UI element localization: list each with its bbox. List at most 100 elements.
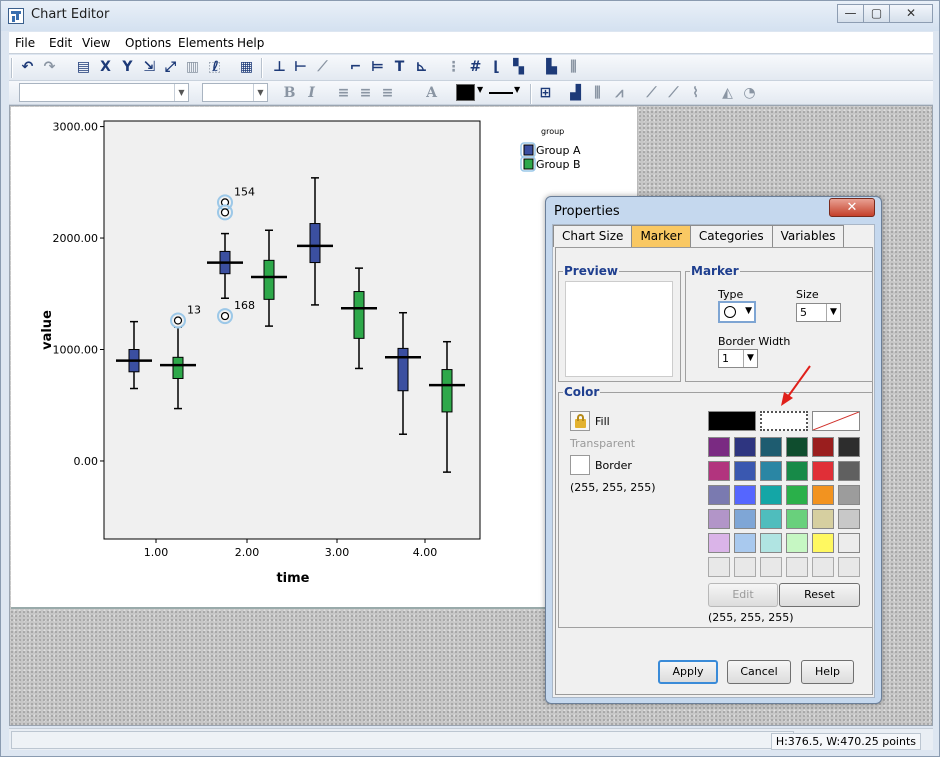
palette-swatch[interactable]: [838, 557, 860, 577]
reference-line-y-icon[interactable]: ⊢: [292, 59, 309, 76]
cancel-button[interactable]: Cancel: [727, 660, 791, 684]
undo-icon[interactable]: ↶: [19, 59, 36, 76]
font-color-icon[interactable]: A: [423, 85, 440, 102]
palette-swatch[interactable]: [812, 485, 834, 505]
palette-swatch[interactable]: [786, 485, 808, 505]
palette-swatch[interactable]: [838, 533, 860, 553]
palette-swatch[interactable]: [760, 437, 782, 457]
tab-marker[interactable]: Marker: [631, 225, 691, 247]
fit-line-icon[interactable]: ⟋: [314, 59, 331, 76]
bar-chart-icon[interactable]: ▙: [543, 59, 560, 76]
palette-swatch[interactable]: [786, 437, 808, 457]
data-labels-icon[interactable]: ▚: [510, 59, 527, 76]
close-window-button[interactable]: ✕: [889, 4, 933, 23]
menu-help[interactable]: Help: [237, 36, 264, 50]
title-icon[interactable]: ⌐: [347, 59, 364, 76]
palette-swatch[interactable]: [838, 485, 860, 505]
palette-no-color-swatch[interactable]: [812, 411, 860, 431]
legend-icon[interactable]: ⊨: [369, 59, 386, 76]
help-button[interactable]: Help: [801, 660, 854, 684]
marker-type-combo[interactable]: ▼: [718, 301, 756, 323]
axis-icon[interactable]: ⌊: [488, 59, 505, 76]
palette-swatch[interactable]: [760, 557, 782, 577]
border-color-swatch[interactable]: [570, 455, 590, 475]
palette-swatch[interactable]: [786, 533, 808, 553]
reference-line-x-icon[interactable]: ⊥: [271, 59, 288, 76]
palette-swatch[interactable]: [838, 437, 860, 457]
scatter-alt-icon[interactable]: ⟋: [665, 85, 682, 102]
palette-swatch[interactable]: [708, 533, 730, 553]
menu-view[interactable]: View: [82, 36, 110, 50]
marker-size-combo[interactable]: 5 ▼: [796, 303, 841, 322]
data-table-icon[interactable]: ▥: [184, 59, 201, 76]
menu-options[interactable]: Options: [125, 36, 171, 50]
apply-button[interactable]: Apply: [658, 660, 718, 684]
line-style-icon[interactable]: [489, 92, 513, 94]
maximize-button[interactable]: ▢: [863, 4, 890, 23]
palette-swatch[interactable]: [708, 437, 730, 457]
dialog-close-button[interactable]: ✕: [829, 198, 875, 217]
pie-icon[interactable]: ◔: [741, 85, 758, 102]
footnote-icon[interactable]: ⊾: [413, 59, 430, 76]
palette-swatch[interactable]: [812, 533, 834, 553]
gridlines-icon[interactable]: #: [467, 59, 484, 76]
interpolation-icon[interactable]: ⌇: [687, 85, 704, 102]
reset-color-button[interactable]: Reset: [779, 583, 860, 607]
bold-button[interactable]: B: [281, 85, 298, 102]
tab-chart-size[interactable]: Chart Size: [553, 225, 633, 247]
border-label[interactable]: Border: [595, 459, 632, 472]
minimize-button[interactable]: —: [837, 4, 864, 23]
font-family-combo[interactable]: ▼: [19, 83, 189, 102]
align-left-icon[interactable]: ≡: [335, 85, 352, 102]
palette-swatch[interactable]: [812, 509, 834, 529]
palette-black-swatch[interactable]: [708, 411, 756, 431]
align-right-icon[interactable]: ≡: [379, 85, 396, 102]
palette-swatch[interactable]: [708, 485, 730, 505]
histogram-icon[interactable]: ⫼: [589, 85, 606, 102]
chart-element-icon[interactable]: ⊞: [537, 85, 554, 102]
palette-swatch[interactable]: [708, 461, 730, 481]
redo-icon[interactable]: ↷: [41, 59, 58, 76]
fill-label[interactable]: Fill: [595, 415, 610, 428]
bar-chart-alt-icon[interactable]: ⫼: [565, 59, 582, 76]
palette-swatch[interactable]: [734, 485, 756, 505]
palette-swatch[interactable]: [760, 533, 782, 553]
chevron-down-icon[interactable]: ▼: [477, 85, 483, 94]
palette-swatch[interactable]: [786, 557, 808, 577]
fill-lock-button[interactable]: [570, 411, 590, 431]
lasso-icon[interactable]: ℓ: [207, 59, 224, 76]
align-center-icon[interactable]: ≡: [357, 85, 374, 102]
grid-icon[interactable]: ⋮: [445, 59, 462, 76]
line-elements-icon[interactable]: ⩘: [611, 85, 628, 102]
edit-color-button[interactable]: Edit: [708, 583, 778, 607]
area-icon[interactable]: ◭: [719, 85, 736, 102]
menu-file[interactable]: File: [15, 36, 35, 50]
palette-swatch[interactable]: [838, 509, 860, 529]
scale-icon[interactable]: ⤢: [162, 59, 179, 76]
italic-button[interactable]: I: [303, 85, 320, 102]
palette-swatch[interactable]: [760, 485, 782, 505]
palette-swatch[interactable]: [708, 557, 730, 577]
boxplot-chart[interactable]: 0.00 1000.00 2000.00 3000.00 1.00 2.00 3.00 4.0…: [11, 107, 638, 609]
y-axis-icon[interactable]: Y: [119, 59, 136, 76]
palette-white-swatch-selected[interactable]: [760, 411, 808, 431]
palette-swatch[interactable]: [786, 461, 808, 481]
textbox-icon[interactable]: T: [391, 59, 408, 76]
palette-swatch[interactable]: [812, 557, 834, 577]
scatter-icon[interactable]: ⟋: [643, 85, 660, 102]
palette-swatch[interactable]: [812, 461, 834, 481]
palette-swatch[interactable]: [734, 557, 756, 577]
image-icon[interactable]: ▦: [238, 59, 255, 76]
palette-swatch[interactable]: [812, 437, 834, 457]
palette-swatch[interactable]: [734, 461, 756, 481]
title-bar[interactable]: Chart Editor — ▢ ✕: [1, 1, 939, 31]
palette-swatch[interactable]: [786, 509, 808, 529]
menu-elements[interactable]: Elements: [178, 36, 234, 50]
border-width-combo[interactable]: 1 ▼: [718, 349, 758, 368]
palette-swatch[interactable]: [708, 509, 730, 529]
palette-swatch[interactable]: [838, 461, 860, 481]
rescale-icon[interactable]: ⇲: [141, 59, 158, 76]
palette-swatch[interactable]: [760, 461, 782, 481]
x-axis-icon[interactable]: X: [97, 59, 114, 76]
tab-categories[interactable]: Categories: [689, 225, 773, 247]
